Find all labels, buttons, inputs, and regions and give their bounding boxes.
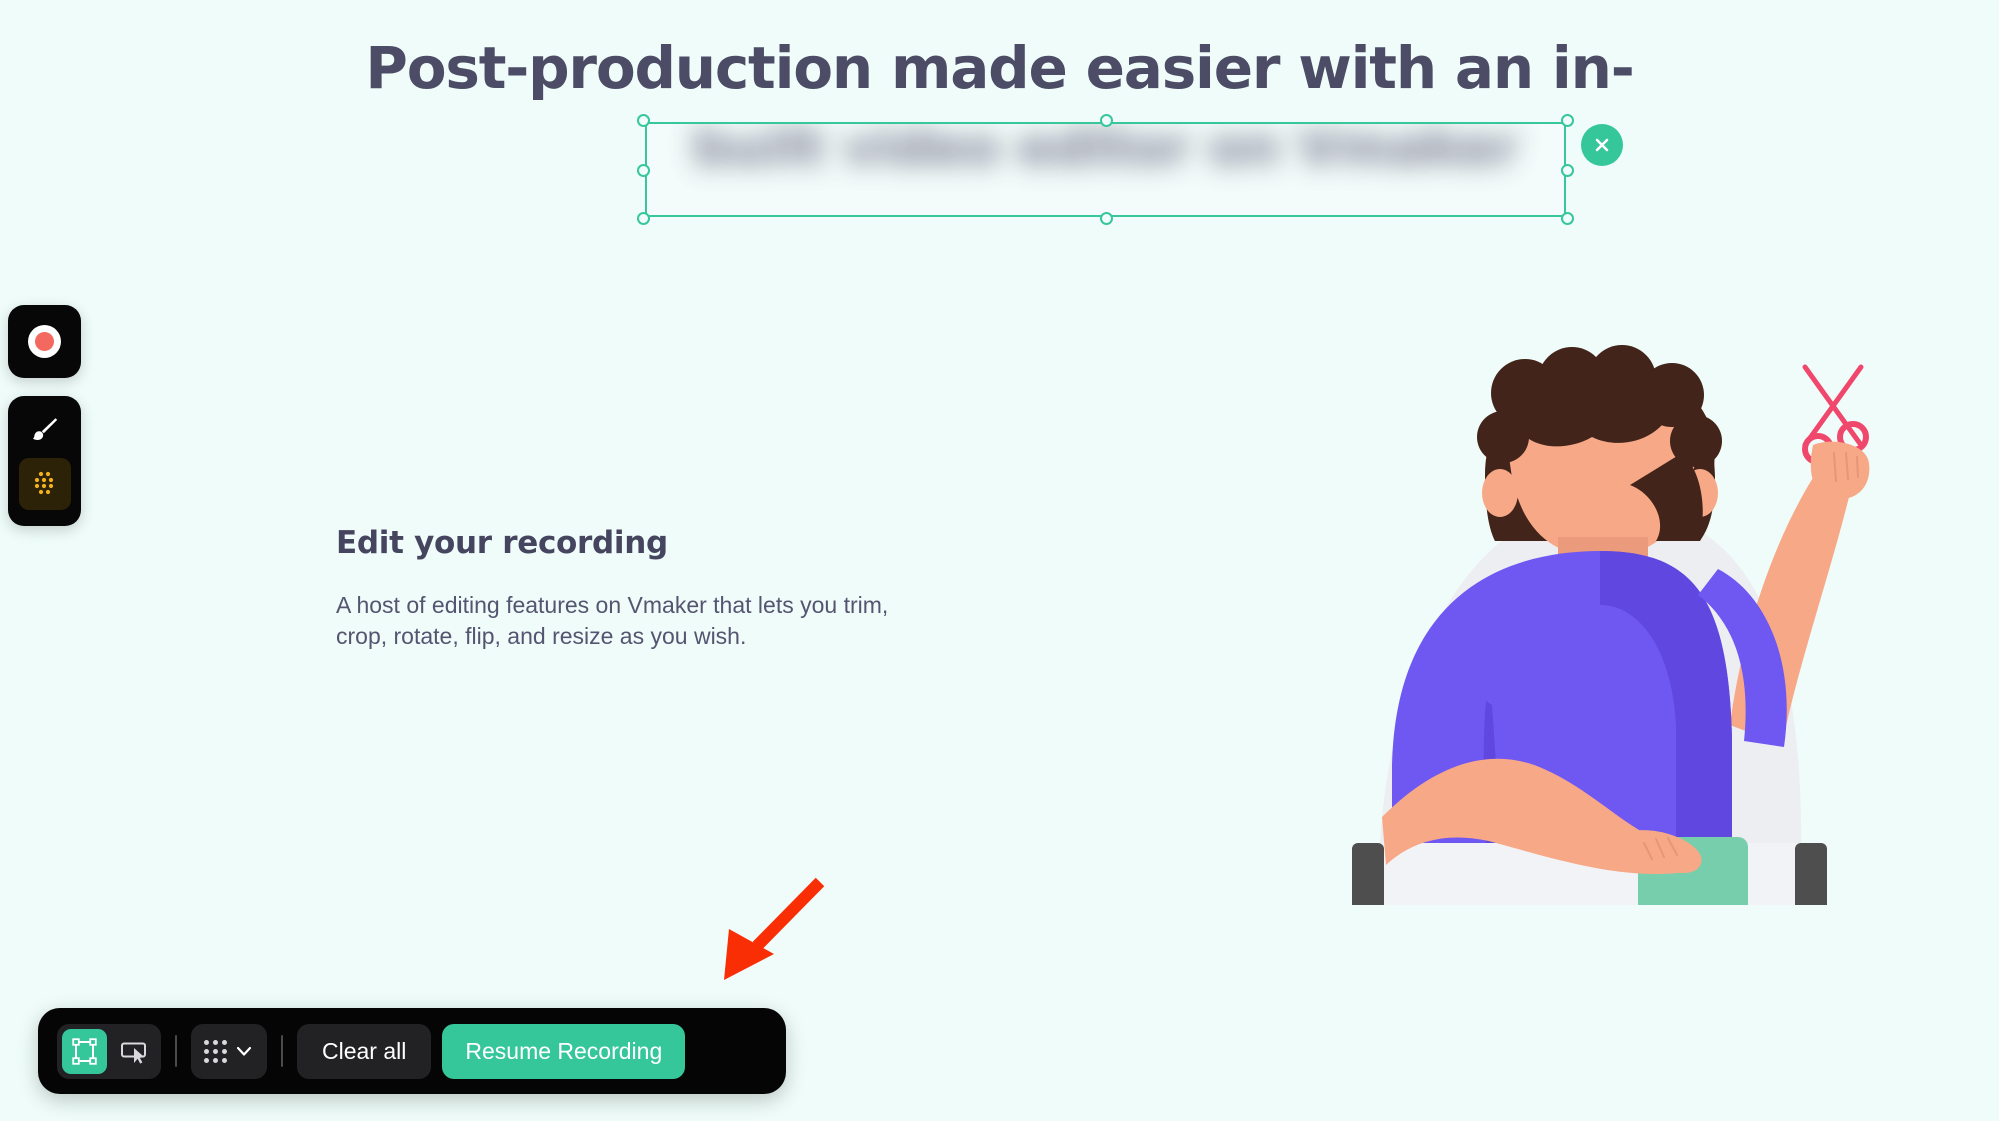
toolbar-divider-1: [175, 1035, 177, 1067]
screen-cursor-icon: [121, 1042, 146, 1064]
bottom-toolbar[interactable]: Clear all Resume Recording: [38, 1008, 786, 1094]
blur-dots-icon: [34, 471, 53, 495]
red-arrow-annotation: [724, 877, 825, 980]
selection-outline: [645, 122, 1566, 217]
page-title: Post-production made easier with an in-: [365, 34, 1634, 102]
resize-handle-ne[interactable]: [1561, 114, 1574, 127]
resize-handle-s[interactable]: [1099, 212, 1113, 225]
paintbrush-icon: [32, 418, 57, 440]
blur-selection-region[interactable]: built video editor on Vmaker: [637, 114, 1574, 225]
blur-select-tool-button[interactable]: [62, 1028, 107, 1074]
resume-recording-button[interactable]: Resume Recording: [442, 1023, 686, 1079]
resize-handle-n[interactable]: [1099, 114, 1113, 127]
selection-box-icon: [72, 1037, 97, 1065]
blur-close-button[interactable]: [1581, 124, 1623, 166]
tool-group: [57, 1023, 161, 1079]
grid-dropdown-button[interactable]: [191, 1023, 267, 1079]
toolbar-divider-2: [281, 1035, 283, 1067]
resize-handle-sw[interactable]: [637, 212, 650, 225]
feature-block: Edit your recording A host of editing fe…: [336, 525, 956, 653]
feature-heading: Edit your recording: [336, 525, 668, 561]
annotation-toolbar-widget[interactable]: [8, 396, 81, 526]
feature-illustration: [1300, 345, 1900, 905]
person-with-scissors-illustration: [1352, 345, 1870, 905]
resize-handle-w[interactable]: [637, 163, 650, 177]
record-icon: [28, 325, 61, 358]
dots-grid-icon: [204, 1039, 227, 1063]
blur-tool-button[interactable]: [18, 458, 71, 510]
spotlight-tool-button[interactable]: [111, 1029, 156, 1074]
resize-handle-e[interactable]: [1561, 163, 1574, 177]
brush-tool-button[interactable]: [19, 406, 71, 454]
clear-all-button[interactable]: Clear all: [297, 1023, 432, 1079]
resize-handle-nw[interactable]: [637, 114, 650, 127]
close-icon: [1595, 138, 1609, 152]
resize-handle-se[interactable]: [1561, 212, 1574, 225]
recorder-widget[interactable]: [8, 305, 81, 378]
chevron-down-icon: [236, 1046, 252, 1056]
feature-body-text: A host of editing features on Vmaker tha…: [336, 592, 889, 650]
